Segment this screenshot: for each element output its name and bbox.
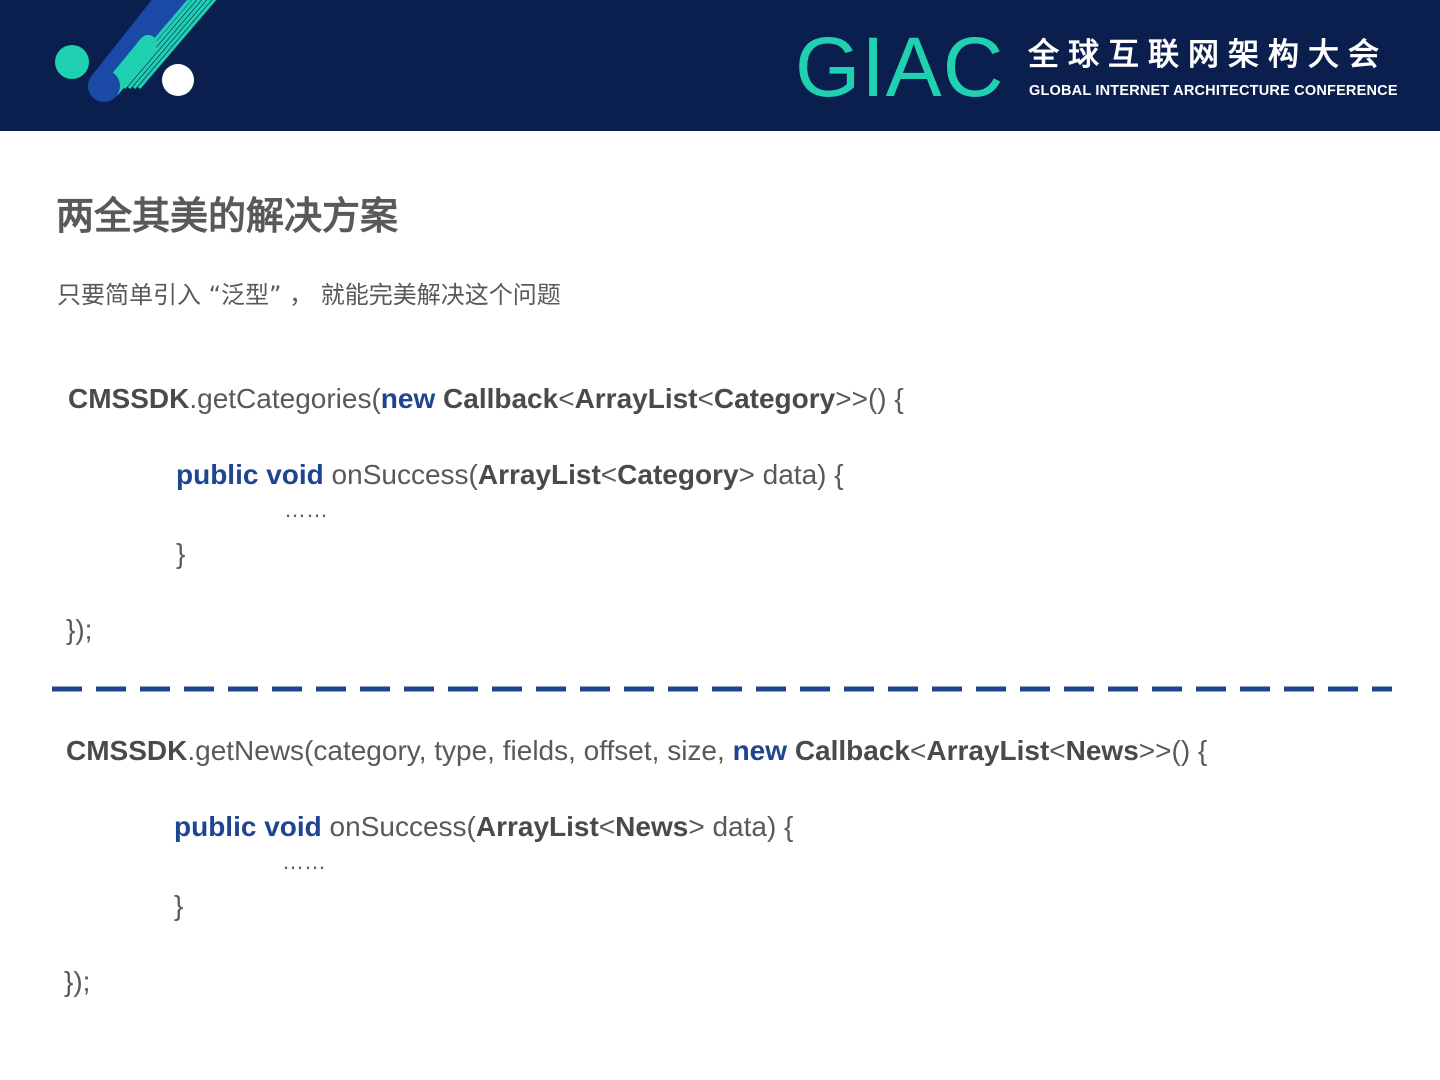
code-type: ArrayList — [475, 811, 599, 842]
conference-name-en: GLOBAL INTERNET ARCHITECTURE CONFERENCE — [1029, 83, 1398, 99]
code-type: News — [1065, 735, 1139, 766]
conference-name-cn: 全球互联网架构大会 — [1028, 37, 1388, 73]
code-type: Callback — [443, 383, 559, 414]
code-block-1-close-inner: } — [176, 538, 186, 569]
code-ellipsis: …… — [284, 497, 328, 522]
code-punct: > data) { — [738, 459, 844, 490]
code-object: CMSSDK — [66, 735, 188, 766]
page-subtitle: 只要简单引入 “泛型” ， 就能完美解决这个问题 — [57, 281, 561, 309]
code-keyword: public void — [176, 459, 324, 490]
code-keyword: new — [380, 383, 436, 414]
code-type: ArrayList — [477, 459, 601, 490]
code-type: Category — [713, 383, 836, 414]
code-punct: < — [1049, 735, 1066, 766]
dashed-divider — [52, 686, 1392, 692]
code-type: News — [615, 811, 689, 842]
code-block-2-close-outer: }); — [64, 966, 91, 997]
page-title: 两全其美的解决方案 — [56, 194, 399, 238]
code-call: onSuccess( — [323, 459, 478, 490]
code-block-1-line-2: public void onSuccess(ArrayList<Category… — [176, 457, 844, 493]
code-punct: < — [909, 735, 927, 766]
code-type: Category — [617, 459, 739, 490]
giac-logo-graphic — [55, 0, 217, 102]
code-block-1-close-outer: }); — [66, 614, 93, 645]
code-block-2-close-inner: } — [174, 890, 184, 921]
code-block-2-line-1: CMSSDK.getNews(category, type, fields, o… — [66, 733, 1207, 769]
code-type: ArrayList — [574, 383, 698, 414]
code-object: CMSSDK — [68, 383, 190, 414]
code-call: .getCategories( — [189, 383, 381, 414]
code-keyword: new — [732, 735, 788, 766]
code-punct: < — [600, 459, 618, 490]
code-punct: < — [697, 383, 714, 414]
header-banner: GIAC 全球互联网架构大会 GLOBAL INTERNET ARCHITECT… — [0, 0, 1440, 131]
giac-logo-text: GIAC — [795, 20, 1005, 114]
code-block-1-line-1: CMSSDK.getCategories(new Callback<ArrayL… — [68, 381, 904, 417]
code-punct: > data) { — [688, 811, 794, 842]
code-block-2-line-2: public void onSuccess(ArrayList<News> da… — [174, 809, 793, 845]
code-punct: < — [598, 811, 616, 842]
code-punct: >>() { — [835, 383, 904, 414]
code-keyword: public void — [174, 811, 322, 842]
code-ellipsis: …… — [282, 849, 326, 874]
code-punct: < — [558, 383, 575, 414]
code-call: onSuccess( — [321, 811, 476, 842]
code-type: ArrayList — [926, 735, 1050, 766]
code-type: Callback — [794, 735, 910, 766]
code-punct: >>() { — [1138, 735, 1208, 766]
code-call: .getNews(category, type, fields, offset,… — [187, 735, 733, 766]
